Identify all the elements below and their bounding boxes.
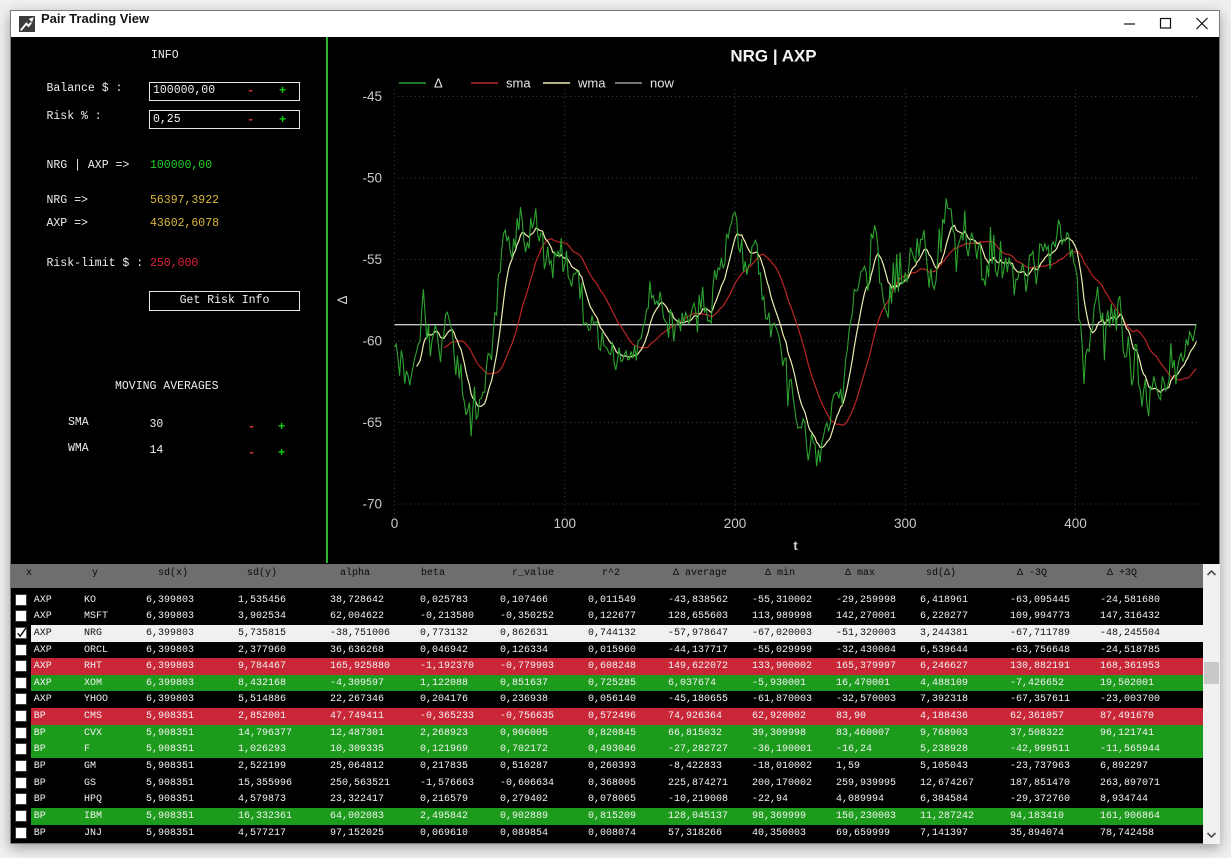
svg-text:t: t <box>793 538 798 553</box>
svg-text:300: 300 <box>894 516 917 531</box>
svg-text:400: 400 <box>1064 516 1087 531</box>
svg-text:-45: -45 <box>362 89 382 104</box>
svg-text:100: 100 <box>553 516 576 531</box>
svg-text:-60: -60 <box>362 334 382 349</box>
svg-text:Δ: Δ <box>335 295 350 304</box>
svg-text:-55: -55 <box>362 252 382 267</box>
svg-text:-50: -50 <box>362 171 382 186</box>
svg-text:wma: wma <box>577 76 606 91</box>
svg-text:200: 200 <box>724 516 747 531</box>
svg-text:now: now <box>650 76 674 91</box>
svg-text:-70: -70 <box>362 497 382 512</box>
svg-text:NRG | AXP: NRG | AXP <box>730 47 816 66</box>
svg-text:Δ: Δ <box>434 76 443 91</box>
svg-text:0: 0 <box>391 516 399 531</box>
svg-text:sma: sma <box>506 76 531 91</box>
svg-text:-65: -65 <box>362 415 382 430</box>
